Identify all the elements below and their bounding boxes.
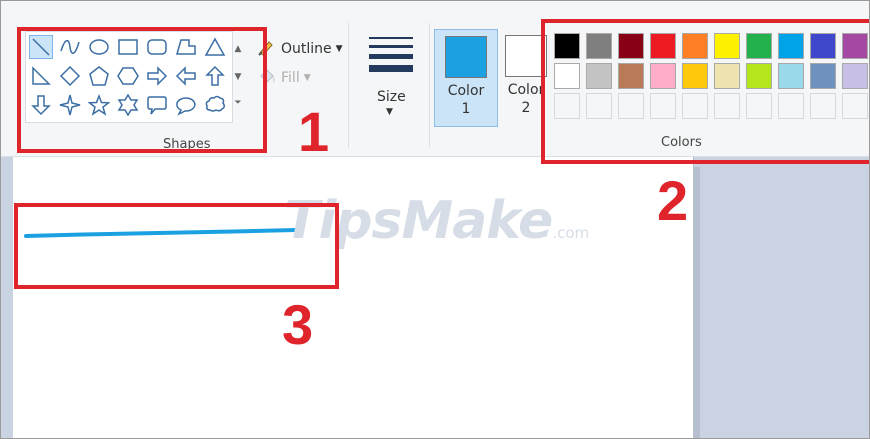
size-chevron-down-icon: ▼ bbox=[386, 107, 393, 117]
fill-label: Fill bbox=[281, 70, 300, 86]
color-1-swatch bbox=[445, 36, 487, 78]
outline-label: Outline bbox=[281, 41, 332, 57]
outline-chevron-down-icon: ▼ bbox=[335, 44, 343, 54]
annotation-number-2: 2 bbox=[657, 169, 689, 232]
annotation-number-1: 1 bbox=[298, 100, 330, 163]
annotation-number-3: 3 bbox=[282, 293, 314, 356]
canvas-edge bbox=[694, 167, 700, 438]
line-size-icon bbox=[369, 37, 413, 78]
color-1-number: 1 bbox=[461, 101, 471, 117]
separator bbox=[429, 23, 430, 148]
annotation-box-3 bbox=[14, 203, 339, 289]
color-1-button[interactable]: Color 1 bbox=[434, 29, 498, 127]
outline-button[interactable]: Outline ▼ bbox=[257, 38, 343, 60]
separator bbox=[348, 23, 349, 148]
watermark-suffix: .com bbox=[552, 224, 590, 242]
annotation-box-1 bbox=[17, 27, 267, 153]
paint-window: ▲ ▼ ⏷ Shapes Outline ▼ Fill ▼ Size ▼ Col… bbox=[0, 0, 870, 439]
size-label: Size bbox=[377, 89, 406, 105]
size-button[interactable]: Size ▼ bbox=[361, 31, 421, 126]
color-1-label: Color bbox=[447, 83, 485, 99]
annotation-box-2 bbox=[541, 19, 869, 164]
fill-chevron-down-icon: ▼ bbox=[303, 73, 311, 83]
